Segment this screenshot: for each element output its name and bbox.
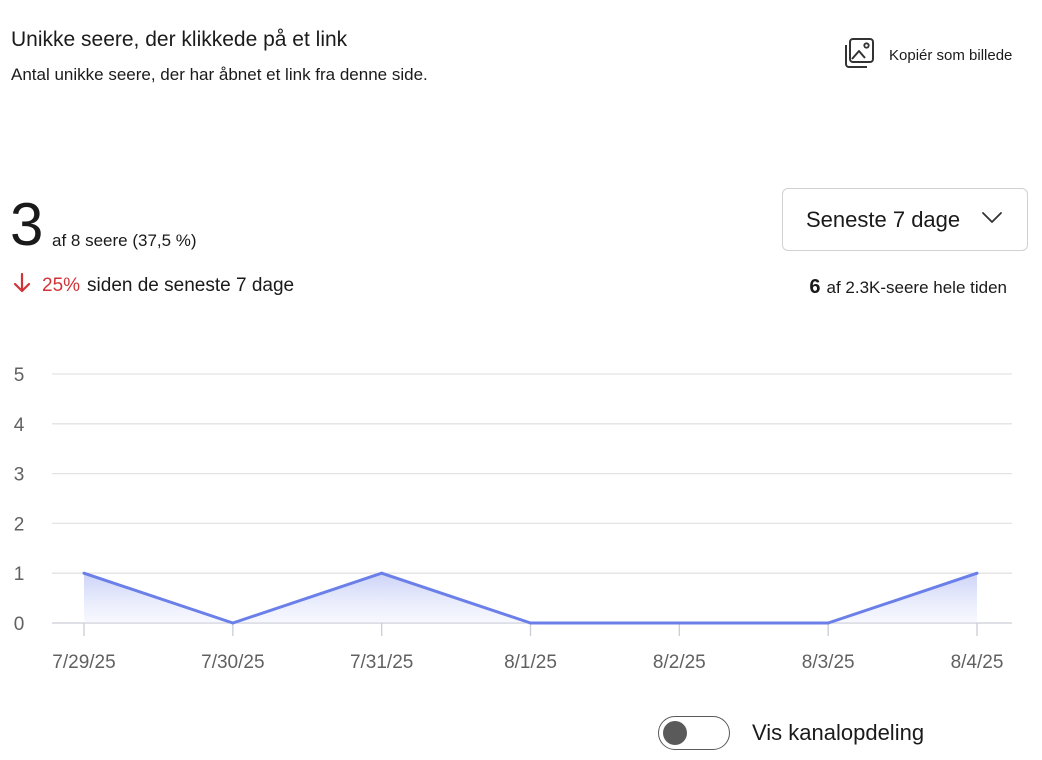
viewers-line-chart: 0 1 2 3 4 5 7/29/25 7/30/25 7/31/25 8/1/25 8/2/25 8… bbox=[14, 365, 1012, 673]
x-tick-label: 8/3/25 bbox=[802, 652, 855, 673]
change-indicator: 25% siden de seneste 7 dage bbox=[12, 272, 294, 299]
date-range-dropdown[interactable]: Seneste 7 dage bbox=[782, 188, 1028, 251]
card-title: Unikke seere, der klikkede på et link bbox=[11, 28, 348, 51]
channel-breakdown-label: Vis kanalopdeling bbox=[752, 720, 925, 745]
series-line bbox=[83, 571, 978, 625]
x-tick-label: 8/4/25 bbox=[951, 652, 1004, 673]
unique-viewers-count: 3 bbox=[10, 191, 44, 258]
toggle-knob bbox=[663, 721, 687, 745]
y-tick-label: 1 bbox=[14, 564, 25, 585]
data-point bbox=[82, 571, 86, 575]
copy-as-image-label: Kopiér som billede bbox=[889, 47, 1013, 64]
all-time-count: 6 bbox=[809, 276, 821, 298]
card-subtitle: Antal unikke seere, der har åbnet et lin… bbox=[11, 65, 428, 84]
data-point bbox=[380, 571, 384, 575]
change-label: siden de seneste 7 dage bbox=[87, 274, 295, 296]
data-point bbox=[826, 621, 830, 625]
data-point bbox=[231, 621, 235, 625]
x-tick-label: 7/31/25 bbox=[350, 652, 413, 673]
series-area bbox=[84, 573, 977, 623]
chevron-down-icon bbox=[981, 211, 1003, 230]
change-percentage: 25% bbox=[42, 274, 81, 296]
all-time-viewers: 6 af 2.3K-seere hele tiden bbox=[809, 276, 1007, 299]
y-tick-label: 3 bbox=[14, 465, 25, 486]
channel-breakdown-toggle-row: Vis kanalopdeling bbox=[658, 716, 924, 750]
date-range-selected: Seneste 7 dage bbox=[806, 206, 961, 232]
data-point bbox=[677, 621, 681, 625]
x-tick-label: 7/30/25 bbox=[201, 652, 264, 673]
x-tick-label: 8/2/25 bbox=[653, 652, 706, 673]
y-tick-label: 4 bbox=[14, 415, 25, 436]
x-tick-label: 8/1/25 bbox=[504, 652, 557, 673]
x-tick-label: 7/29/25 bbox=[52, 652, 115, 673]
image-icon bbox=[843, 36, 877, 75]
copy-as-image-button[interactable]: Kopiér som billede bbox=[843, 36, 1012, 75]
all-time-label: af 2.3K-seere hele tiden bbox=[826, 278, 1007, 297]
y-tick-label: 5 bbox=[14, 365, 25, 386]
channel-breakdown-toggle[interactable] bbox=[658, 716, 730, 750]
arrow-down-icon bbox=[12, 272, 32, 299]
viewers-ratio: af 8 seere (37,5 %) bbox=[52, 231, 197, 250]
y-tick-label: 2 bbox=[14, 514, 25, 535]
data-point bbox=[975, 571, 979, 575]
data-point bbox=[529, 621, 532, 625]
y-tick-label: 0 bbox=[14, 614, 25, 635]
